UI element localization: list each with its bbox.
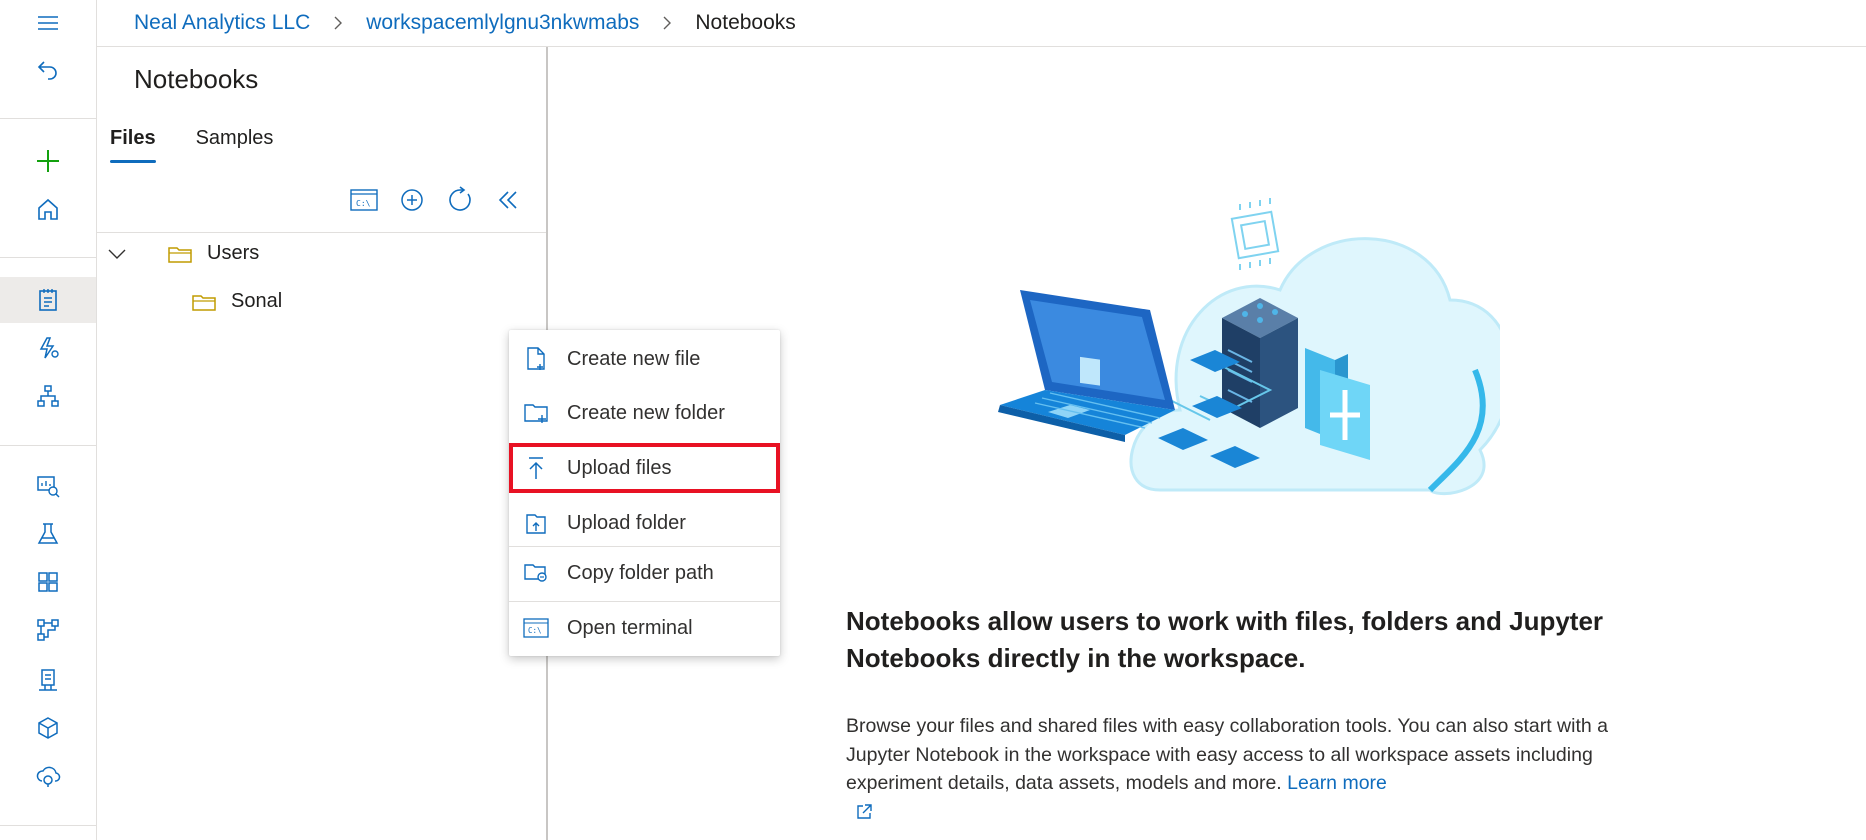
menu-item-upload-folder[interactable]: Upload folder [509, 498, 780, 548]
menu-item-label: Create new file [567, 347, 701, 370]
panel-title: Notebooks [134, 64, 259, 94]
svg-text:C:\: C:\ [528, 626, 542, 635]
notebook-icon[interactable] [0, 277, 96, 323]
empty-state-description: Browse your files and shared files with … [846, 712, 1626, 798]
left-nav-rail [0, 0, 97, 840]
menu-item-open-terminal[interactable]: C:\ Open terminal [509, 603, 780, 653]
menu-divider [509, 601, 780, 602]
menu-item-label: Create new folder [567, 401, 725, 424]
chevron-down-icon[interactable] [107, 247, 131, 261]
upload-folder-icon [521, 508, 551, 538]
refresh-icon[interactable] [446, 186, 474, 214]
chevron-right-icon [661, 15, 673, 31]
tree-node-label: Sonal [231, 290, 283, 312]
breadcrumb-current: Notebooks [695, 11, 796, 34]
terminal-icon: C:\ [521, 613, 551, 643]
upload-icon [521, 453, 551, 483]
linked-services-icon[interactable] [0, 753, 96, 799]
menu-item-create-new-folder[interactable]: Create new folder [509, 388, 780, 438]
learn-more-link[interactable]: Learn more [1287, 772, 1387, 794]
automl-icon[interactable] [0, 325, 96, 371]
add-icon[interactable] [398, 186, 426, 214]
external-link-icon[interactable] [854, 802, 874, 822]
context-menu: Create new file Create new folder Upload… [509, 330, 780, 656]
back-icon[interactable] [0, 46, 96, 92]
breadcrumb: Neal Analytics LLC workspacemlylgnu3nkwm… [97, 0, 1866, 47]
new-folder-icon [521, 398, 551, 428]
menu-item-label: Upload folder [567, 511, 686, 534]
tree-node-sonal[interactable]: Sonal [191, 290, 282, 313]
data-icon[interactable] [0, 463, 96, 509]
menu-item-label: Open terminal [567, 616, 693, 639]
pipelines-icon[interactable] [0, 559, 96, 605]
files-panel: Notebooks Files Samples C:\ Users Sonal [97, 47, 548, 840]
models-icon[interactable] [0, 607, 96, 653]
copy-path-icon [521, 558, 551, 588]
panel-tabs: Files Samples [110, 127, 313, 163]
menu-item-create-new-file[interactable]: Create new file [509, 334, 780, 384]
hamburger-icon[interactable] [0, 0, 96, 46]
description-text: Browse your files and shared files with … [846, 715, 1608, 794]
breadcrumb-org-link[interactable]: Neal Analytics LLC [134, 11, 310, 35]
designer-icon[interactable] [0, 373, 96, 419]
menu-divider [509, 546, 780, 547]
menu-item-upload-files[interactable]: Upload files [509, 443, 780, 493]
new-file-icon [521, 344, 551, 374]
menu-item-label: Upload files [567, 456, 672, 479]
tab-files[interactable]: Files [110, 127, 156, 163]
endpoints-icon[interactable] [0, 657, 96, 703]
breadcrumb-workspace-link[interactable]: workspacemlylgnu3nkwmabs [366, 11, 639, 35]
folder-icon [191, 292, 217, 312]
menu-item-copy-folder-path[interactable]: Copy folder path [509, 548, 780, 598]
menu-item-label: Copy folder path [567, 561, 714, 584]
compute-icon[interactable] [0, 705, 96, 751]
panel-divider [97, 232, 546, 233]
files-toolbar: C:\ [350, 186, 522, 214]
notebooks-illustration [998, 198, 1500, 496]
tab-samples[interactable]: Samples [196, 127, 274, 163]
tree-node-users[interactable]: Users [107, 242, 259, 265]
experiments-icon[interactable] [0, 511, 96, 557]
collapse-icon[interactable] [494, 186, 522, 214]
tree-node-label: Users [207, 242, 260, 264]
empty-state-headline: Notebooks allow users to work with files… [846, 606, 1604, 673]
plus-icon[interactable] [0, 138, 96, 184]
folder-icon [167, 244, 193, 264]
home-icon[interactable] [0, 186, 96, 232]
terminal-icon[interactable]: C:\ [350, 186, 378, 214]
chevron-right-icon [332, 15, 344, 31]
svg-text:C:\: C:\ [356, 199, 371, 208]
